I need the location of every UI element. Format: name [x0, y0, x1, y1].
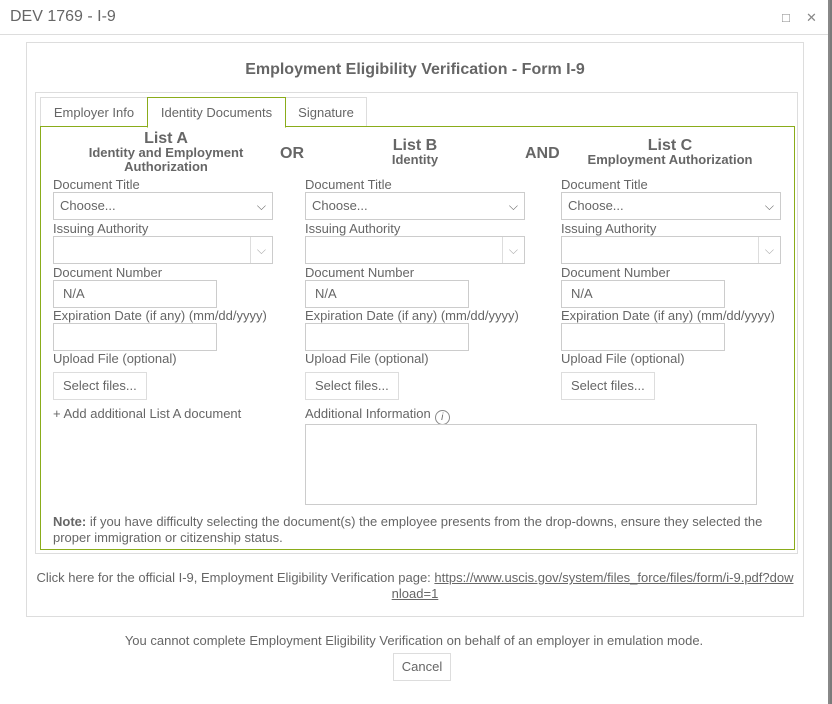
list-c-expiration-input[interactable] — [561, 323, 725, 351]
list-a-document-title-value: Choose... — [60, 198, 116, 213]
note-body: if you have difficulty selecting the doc… — [53, 514, 763, 545]
list-b-document-number-input[interactable]: N/A — [305, 280, 469, 308]
list-a-document-number-label: Document Number — [53, 265, 163, 280]
list-b-upload-label: Upload File (optional) — [305, 351, 429, 366]
chevron-down-icon: ⌵ — [508, 199, 518, 213]
info-icon[interactable]: i — [434, 410, 450, 425]
list-a-document-title-select[interactable]: Choose... ⌵ — [53, 192, 273, 220]
close-icon[interactable]: ✕ — [806, 10, 817, 26]
list-c-document-number-label: Document Number — [561, 265, 671, 280]
chevron-down-icon: ⌵ — [256, 199, 266, 213]
emulation-message: You cannot complete Employment Eligibili… — [124, 633, 704, 648]
list-a-expiration-input[interactable] — [53, 323, 217, 351]
list-a-title: List A — [144, 130, 188, 147]
tab-identity-documents[interactable]: Identity Documents — [147, 97, 286, 128]
list-a-issuing-authority-label: Issuing Authority — [53, 221, 149, 236]
chevron-down-icon: ⌵ — [764, 199, 774, 213]
footer-text: Click here for the official I-9, Employm… — [36, 570, 435, 585]
official-i9-footer: Click here for the official I-9, Employm… — [36, 570, 794, 602]
list-a-document-title-label: Document Title — [53, 177, 140, 192]
list-c-document-number-input[interactable]: N/A — [561, 280, 725, 308]
i9-dialog: DEV 1769 - I-9 □ ✕ Employment Eligibilit… — [0, 0, 830, 704]
chevron-down-icon: ⌵ — [757, 237, 774, 263]
list-a-issuing-authority-select[interactable]: ⌵ — [53, 236, 273, 264]
list-c-header: List C Employment Authorization — [580, 138, 760, 167]
list-c-subtitle: Employment Authorization — [587, 152, 753, 167]
list-c-issuing-authority-label: Issuing Authority — [561, 221, 657, 236]
list-a-header: List A Identity and Employment Authoriza… — [66, 131, 266, 174]
additional-info-text: Additional Information — [305, 406, 431, 421]
list-b-issuing-authority-label: Issuing Authority — [305, 221, 401, 236]
list-c-title: List C — [647, 137, 693, 154]
list-a-expiration-label: Expiration Date (if any) (mm/dd/yyyy) — [53, 308, 267, 323]
list-a-subtitle: Identity and Employment Authorization — [88, 145, 244, 174]
tab-employer-info[interactable]: Employer Info — [40, 97, 148, 126]
list-c-expiration-label: Expiration Date (if any) (mm/dd/yyyy) — [561, 308, 775, 323]
list-c-issuing-authority-select[interactable]: ⌵ — [561, 236, 781, 264]
tab-signature[interactable]: Signature — [285, 97, 367, 126]
list-b-expiration-input[interactable] — [305, 323, 469, 351]
or-label: OR — [280, 145, 304, 162]
list-b-issuing-authority-select[interactable]: ⌵ — [305, 236, 525, 264]
list-c-document-title-value: Choose... — [568, 198, 624, 213]
list-b-header: List B Identity — [365, 138, 465, 167]
chevron-down-icon: ⌵ — [501, 237, 518, 263]
list-b-document-title-label: Document Title — [305, 177, 392, 192]
list-c-document-title-select[interactable]: Choose... ⌵ — [561, 192, 781, 220]
note-text: Note: if you have difficulty selecting t… — [53, 514, 783, 546]
list-b-expiration-label: Expiration Date (if any) (mm/dd/yyyy) — [305, 308, 519, 323]
add-list-a-document-link[interactable]: + Add additional List A document — [53, 406, 241, 421]
header-divider — [0, 34, 828, 35]
list-c-document-title-label: Document Title — [561, 177, 648, 192]
cancel-button[interactable]: Cancel — [393, 653, 451, 681]
list-b-subtitle: Identity — [391, 152, 439, 167]
list-a-document-number-input[interactable]: N/A — [53, 280, 217, 308]
additional-info-label: Additional Information i — [305, 406, 450, 425]
list-b-title: List B — [392, 137, 438, 154]
list-b-document-title-select[interactable]: Choose... ⌵ — [305, 192, 525, 220]
maximize-icon[interactable]: □ — [782, 10, 790, 25]
list-b-document-title-value: Choose... — [312, 198, 368, 213]
window-title: DEV 1769 - I-9 — [10, 8, 116, 25]
official-i9-link[interactable]: https://www.uscis.gov/system/files_force… — [392, 570, 794, 601]
list-c-select-files-button[interactable]: Select files... — [561, 372, 655, 400]
page-title: Employment Eligibility Verification - Fo… — [245, 61, 585, 78]
list-b-select-files-button[interactable]: Select files... — [305, 372, 399, 400]
list-a-upload-label: Upload File (optional) — [53, 351, 177, 366]
chevron-down-icon: ⌵ — [249, 237, 266, 263]
list-b-document-number-label: Document Number — [305, 265, 415, 280]
note-bold: Note: — [53, 514, 87, 529]
list-a-select-files-button[interactable]: Select files... — [53, 372, 147, 400]
additional-info-textarea[interactable] — [305, 424, 757, 505]
and-label: AND — [525, 145, 560, 162]
list-c-upload-label: Upload File (optional) — [561, 351, 685, 366]
